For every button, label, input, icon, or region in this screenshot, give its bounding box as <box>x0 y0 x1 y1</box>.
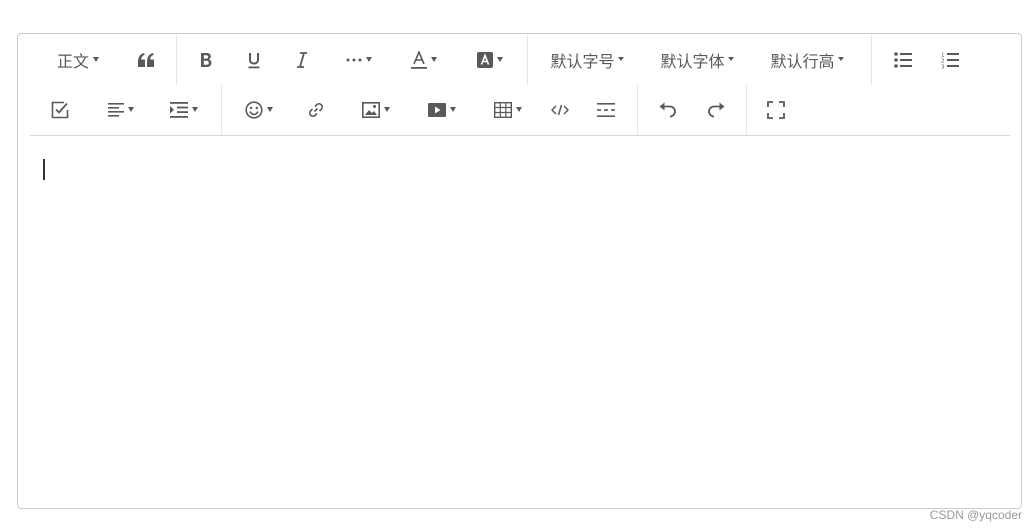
font-size-select[interactable]: 默认字号 <box>544 35 630 85</box>
heading-select[interactable]: 正文 <box>48 35 108 85</box>
rich-text-editor: 正文 默认字号 默认字体 默认行高 1 2 3 <box>17 33 1022 509</box>
video-icon <box>428 103 446 117</box>
code-icon <box>551 104 569 116</box>
bulleted-list-button[interactable] <box>883 35 923 85</box>
underline-icon <box>248 52 260 68</box>
toolbar-divider <box>527 35 528 85</box>
underline-button[interactable] <box>234 35 274 85</box>
line-height-select[interactable]: 默认行高 <box>764 35 850 85</box>
chevron-down-icon <box>837 57 844 61</box>
more-style-button[interactable] <box>334 35 384 85</box>
undo-button[interactable] <box>648 85 688 135</box>
line-height-label: 默认行高 <box>770 52 835 71</box>
undo-icon <box>659 102 676 118</box>
more-icon <box>346 58 362 62</box>
numbered-list-icon: 123 <box>941 53 959 70</box>
insert-link-button[interactable] <box>296 85 336 135</box>
chevron-down-icon <box>431 56 437 62</box>
watermark: CSDN @yqcoder <box>929 508 1022 522</box>
emotion-icon <box>245 101 263 119</box>
todo-button[interactable] <box>40 85 80 135</box>
blockquote-button[interactable] <box>124 35 168 85</box>
chevron-down-icon <box>516 106 522 112</box>
numbered-list-button[interactable]: 123 <box>930 35 970 85</box>
font-color-icon <box>411 51 427 69</box>
chevron-down-icon <box>192 106 198 112</box>
chevron-down-icon <box>450 106 456 112</box>
text-cursor <box>43 159 45 180</box>
italic-icon <box>297 52 307 68</box>
indent-icon <box>170 102 188 118</box>
fullscreen-icon <box>767 101 785 119</box>
redo-button[interactable] <box>696 85 736 135</box>
image-icon <box>362 102 380 118</box>
table-icon <box>494 102 512 118</box>
toolbar-divider <box>746 85 747 135</box>
redo-icon <box>708 102 725 118</box>
toolbar-divider <box>871 35 872 85</box>
editor-text-area[interactable] <box>18 136 1021 508</box>
align-icon <box>108 103 124 117</box>
toolbar-row-1: 正文 默认字号 默认字体 默认行高 1 2 3 <box>30 35 1010 85</box>
heading-select-label: 正文 <box>56 52 89 71</box>
chevron-down-icon <box>384 106 390 112</box>
chevron-down-icon <box>366 56 372 62</box>
toolbar-row-2 <box>30 85 1010 135</box>
background-color-button[interactable] <box>466 35 514 85</box>
font-family-label: 默认字体 <box>660 52 725 71</box>
background-color-icon <box>477 52 493 68</box>
font-color-button[interactable] <box>400 35 448 85</box>
insert-table-button[interactable] <box>480 85 536 135</box>
chevron-down-icon <box>93 56 99 62</box>
link-icon <box>309 103 323 117</box>
chevron-down-icon <box>727 57 734 61</box>
font-family-select[interactable]: 默认字体 <box>654 35 740 85</box>
align-button[interactable] <box>96 85 146 135</box>
divider-button[interactable] <box>586 85 626 135</box>
italic-button[interactable] <box>282 35 322 85</box>
font-size-label: 默认字号 <box>550 52 615 71</box>
editor-toolbar: 正文 默认字号 默认字体 默认行高 1 2 3 <box>30 34 1010 136</box>
bulleted-list-icon <box>894 52 912 68</box>
chevron-down-icon <box>497 56 503 62</box>
divider-icon <box>597 103 615 117</box>
toolbar-divider <box>176 35 177 85</box>
insert-video-button[interactable] <box>414 85 470 135</box>
emotion-button[interactable] <box>234 85 284 135</box>
bold-icon <box>201 53 212 67</box>
fullscreen-button[interactable] <box>756 85 796 135</box>
toolbar-divider <box>221 85 222 135</box>
svg-text:3: 3 <box>941 65 945 70</box>
indent-button[interactable] <box>158 85 210 135</box>
bold-button[interactable] <box>186 35 226 85</box>
chevron-down-icon <box>617 57 624 61</box>
insert-image-button[interactable] <box>348 85 404 135</box>
quote-icon <box>138 53 154 67</box>
chevron-down-icon <box>128 106 134 112</box>
chevron-down-icon <box>267 106 273 112</box>
todo-icon <box>51 101 69 119</box>
toolbar-divider <box>637 85 638 135</box>
code-block-button[interactable] <box>540 85 580 135</box>
